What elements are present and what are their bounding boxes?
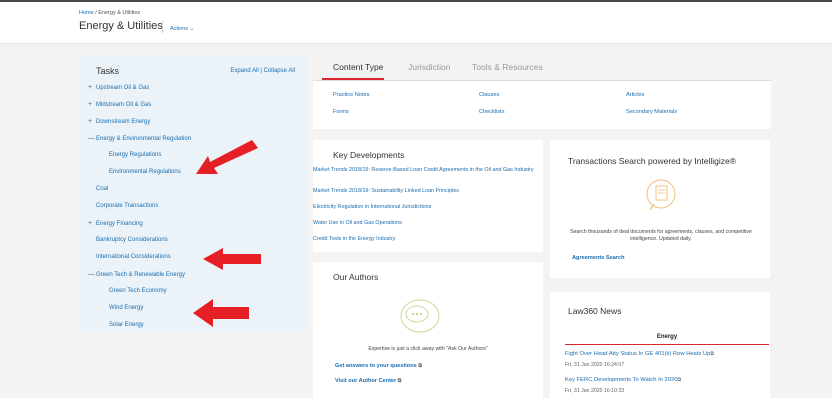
task-midstream-oil-gas[interactable]: + Midstream Oil & Gas bbox=[88, 101, 151, 108]
page-title: Energy & Utilities bbox=[79, 20, 163, 32]
key-development-link[interactable]: Credit Tools in the Energy Industry bbox=[313, 236, 541, 243]
breadcrumb-home-link[interactable]: Home bbox=[79, 10, 94, 16]
external-link-icon: ⧉ bbox=[710, 351, 714, 357]
transactions-search-description: Search thousands of deal documents for a… bbox=[570, 229, 752, 242]
tasks-panel: Tasks Expand All | Collapse All + Upstrea… bbox=[79, 56, 307, 334]
expand-icon[interactable]: + bbox=[88, 118, 96, 125]
key-development-link[interactable]: Market Trends 2018/19: Reserve-Based Loa… bbox=[313, 167, 541, 174]
task-environmental-regulations[interactable]: Environmental Regulations bbox=[109, 169, 181, 175]
link-secondary-materials[interactable]: Secondary Materials bbox=[626, 109, 677, 115]
author-center-label: Visit our Author Center bbox=[335, 378, 397, 384]
get-answers-link[interactable]: Get answers to your questions ⧉ bbox=[335, 363, 424, 369]
content-tabs: Content Type Jurisdiction Tools & Resour… bbox=[313, 56, 777, 82]
task-green-tech-economy[interactable]: Green Tech Economy bbox=[109, 288, 167, 294]
expand-icon[interactable]: + bbox=[88, 101, 96, 108]
red-arrow-icon bbox=[203, 248, 261, 270]
external-link-icon: ⧉ bbox=[397, 378, 402, 384]
key-developments-title: Key Developments bbox=[333, 150, 405, 160]
content-type-panel: Practice Notes Clauses Articles Forms Ch… bbox=[313, 81, 771, 129]
breadcrumb: Home / Energy & Utilities bbox=[79, 10, 140, 16]
task-downstream-energy[interactable]: + Downstream Energy bbox=[88, 118, 150, 125]
link-forms[interactable]: Forms bbox=[333, 109, 349, 115]
news-headline: Key FERC Developments To Watch In 2020 bbox=[565, 377, 678, 383]
tasks-title: Tasks bbox=[96, 66, 120, 76]
tab-tools-resources[interactable]: Tools & Resources bbox=[472, 62, 543, 72]
chat-bubbles-icon bbox=[400, 299, 440, 333]
external-link-icon: ⧉ bbox=[677, 377, 682, 383]
task-label: Upstream Oil & Gas bbox=[96, 85, 150, 91]
key-development-link[interactable]: Electricity Regulation in International … bbox=[313, 204, 541, 211]
law360-news-title: Law360 News bbox=[568, 306, 622, 316]
tab-jurisdiction[interactable]: Jurisdiction bbox=[408, 62, 451, 72]
link-checklists[interactable]: Checklists bbox=[479, 109, 505, 115]
key-development-link[interactable]: Market Trends 2018/19: Sustainability Li… bbox=[313, 188, 541, 195]
task-bankruptcy-considerations[interactable]: Bankruptcy Considerations bbox=[96, 237, 168, 243]
news-date: Fri, 31 Jan 2020 16:24:07 bbox=[565, 362, 625, 368]
news-headline-link[interactable]: Key FERC Developments To Watch In 2020⧉ bbox=[565, 377, 683, 383]
task-green-tech-renewable-energy[interactable]: —Green Tech & Renewable Energy bbox=[88, 271, 185, 278]
task-label: Energy & Environmental Regulation bbox=[96, 136, 192, 142]
expand-collapse-all[interactable]: Expand All | Collapse All bbox=[230, 68, 295, 74]
task-label: Green Tech & Renewable Energy bbox=[96, 272, 185, 278]
task-label: Energy Financing bbox=[96, 221, 143, 227]
chevron-down-icon: ⌄ bbox=[189, 26, 195, 32]
task-energy-regulations[interactable]: Energy Regulations bbox=[109, 152, 161, 158]
news-date: Fri, 31 Jan 2020 16:10:33 bbox=[565, 388, 625, 394]
task-coal[interactable]: Coal bbox=[96, 186, 108, 192]
get-answers-label: Get answers to your questions bbox=[335, 363, 417, 369]
task-corporate-transactions[interactable]: Corporate Transactions bbox=[96, 203, 158, 209]
task-wind-energy[interactable]: Wind Energy bbox=[109, 305, 143, 311]
link-articles[interactable]: Articles bbox=[626, 92, 644, 98]
breadcrumb-current: Energy & Utilities bbox=[98, 10, 141, 16]
task-energy-financing[interactable]: + Energy Financing bbox=[88, 220, 143, 227]
author-center-link[interactable]: Visit our Author Center ⧉ bbox=[335, 378, 404, 384]
law360-section-divider bbox=[565, 344, 769, 345]
task-label: Midstream Oil & Gas bbox=[96, 102, 152, 108]
link-clauses[interactable]: Clauses bbox=[479, 92, 499, 98]
red-arrow-icon bbox=[193, 299, 249, 327]
key-development-link[interactable]: Water Use in Oil and Gas Operations bbox=[313, 220, 541, 227]
external-link-icon: ⧉ bbox=[418, 363, 422, 369]
link-practice-notes[interactable]: Practice Notes bbox=[333, 92, 369, 98]
document-search-icon bbox=[646, 179, 676, 211]
red-arrow-icon bbox=[196, 140, 258, 174]
our-authors-title: Our Authors bbox=[333, 272, 379, 282]
task-international-considerations[interactable]: International Considerations bbox=[96, 254, 171, 260]
tab-content-type[interactable]: Content Type bbox=[333, 62, 383, 72]
task-solar-energy[interactable]: Solar Energy bbox=[109, 322, 144, 328]
expand-icon[interactable]: + bbox=[88, 220, 96, 227]
ask-our-authors-text: Expertise is just a click away with "Ask… bbox=[368, 346, 488, 352]
task-upstream-oil-gas[interactable]: + Upstream Oil & Gas bbox=[88, 84, 149, 91]
actions-label: Actions bbox=[170, 26, 189, 32]
transactions-search-title: Transactions Search powered by Intelligi… bbox=[568, 156, 737, 166]
our-authors-card: Our Authors Expertise is just a click aw… bbox=[313, 262, 543, 398]
collapse-icon[interactable]: — bbox=[88, 135, 96, 142]
transactions-search-card: Transactions Search powered by Intelligi… bbox=[550, 140, 770, 278]
law360-section-energy: Energy bbox=[656, 334, 678, 340]
task-energy-environmental-regulation[interactable]: —Energy & Environmental Regulation bbox=[88, 135, 191, 142]
task-label: Downstream Energy bbox=[96, 119, 151, 125]
title-divider bbox=[162, 21, 163, 33]
collapse-icon[interactable]: — bbox=[88, 271, 96, 278]
page-header: Home / Energy & Utilities Energy & Utili… bbox=[0, 2, 832, 44]
actions-dropdown[interactable]: Actions ⌄ bbox=[170, 26, 194, 32]
key-developments-card: Key Developments Market Trends 2018/19: … bbox=[313, 140, 543, 252]
news-headline-link[interactable]: Fight Over Head Atty Status In GE 401(k)… bbox=[565, 351, 716, 357]
agreements-search-link[interactable]: Agreements Search bbox=[572, 255, 625, 261]
expand-icon[interactable]: + bbox=[88, 84, 96, 91]
news-headline: Fight Over Head Atty Status In GE 401(k)… bbox=[565, 351, 711, 357]
